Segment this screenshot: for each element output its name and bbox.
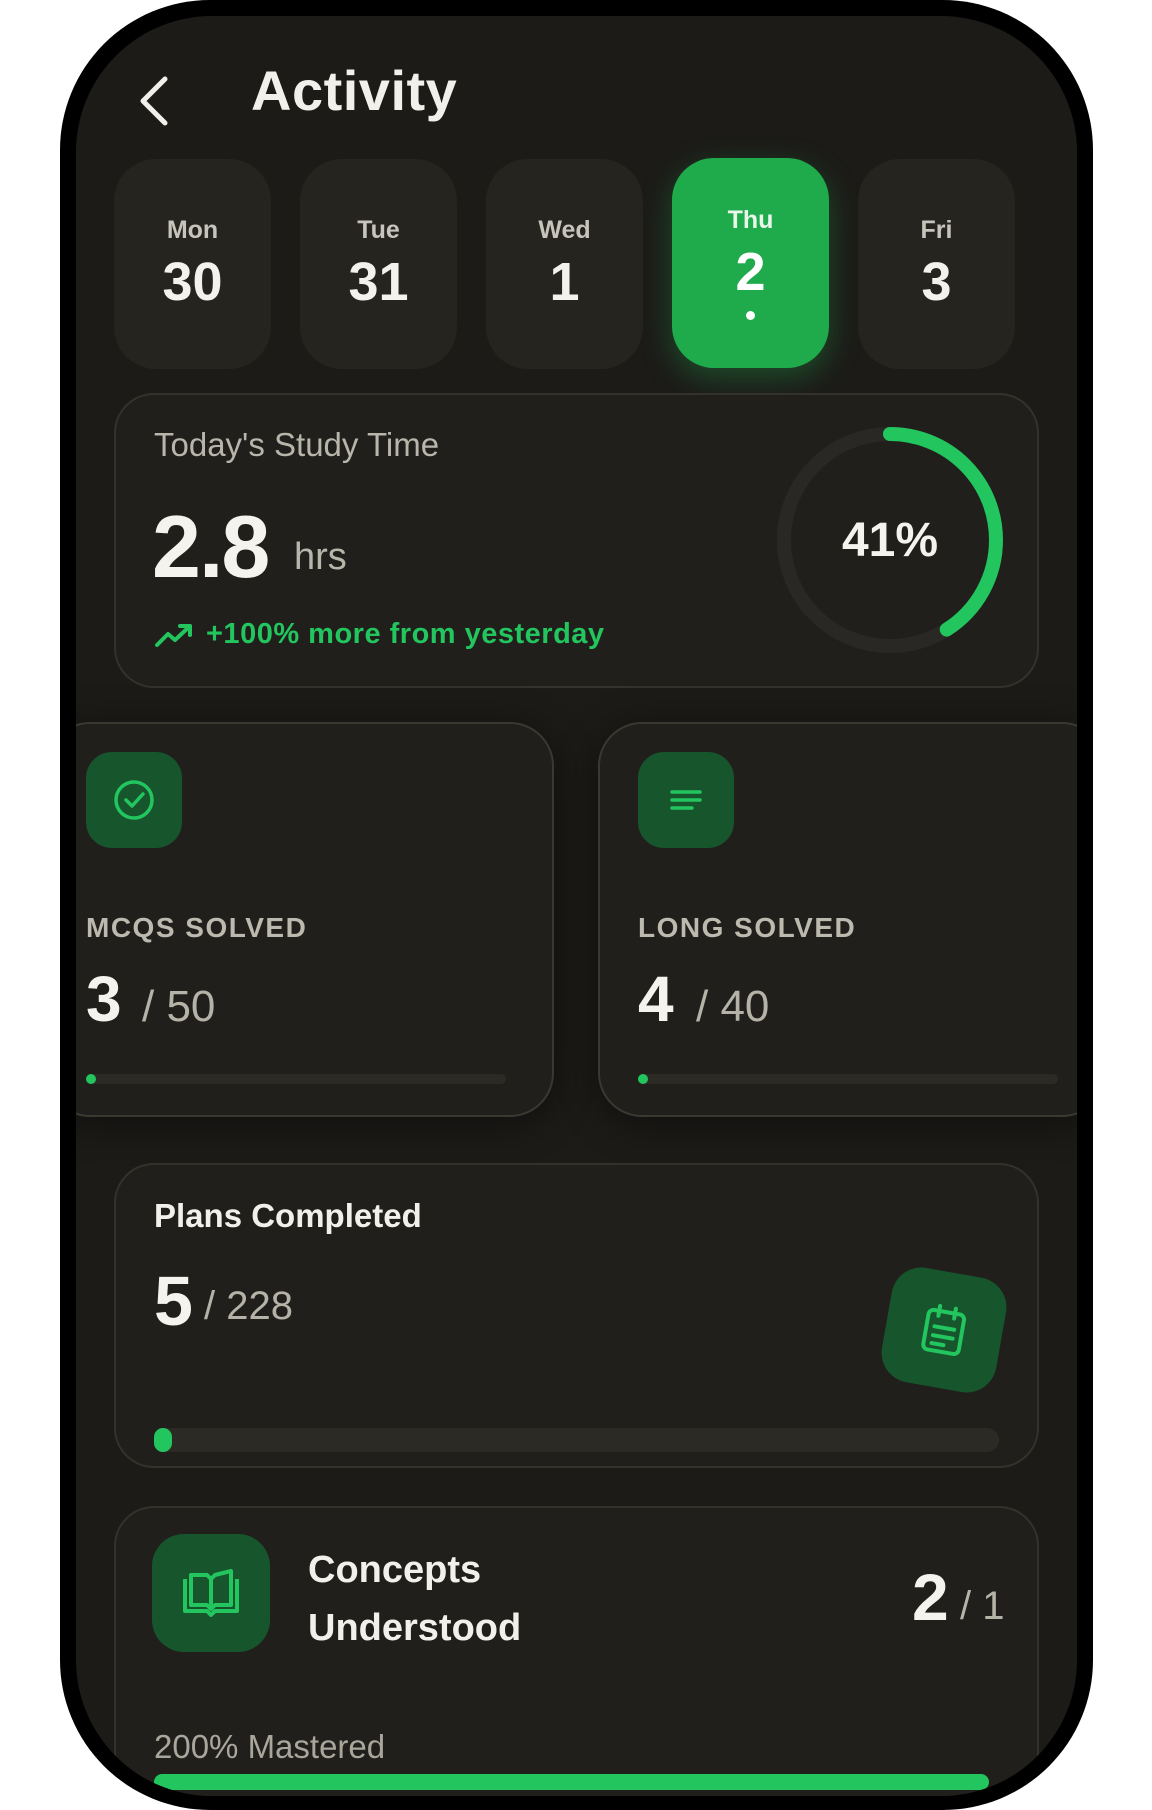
long-total: / 40: [696, 982, 770, 1031]
mcqs-total: / 50: [142, 982, 216, 1031]
day-name: Mon: [166, 215, 219, 244]
day-tue[interactable]: Tue 31: [300, 159, 457, 369]
open-book-icon: [183, 1569, 239, 1617]
day-number: 3: [921, 251, 952, 312]
plans-progress-fill: [154, 1428, 172, 1452]
day-name: Wed: [538, 215, 591, 244]
day-number: 30: [162, 251, 223, 312]
mcqs-value: 3: [86, 963, 122, 1035]
plans-progress-track: [154, 1428, 999, 1452]
concepts-progress-fill: [154, 1774, 989, 1790]
long-icon-box: [638, 752, 734, 848]
mcqs-card[interactable]: MCQS SOLVED 3 / 50: [76, 722, 554, 1117]
long-progress-fill: [638, 1074, 648, 1084]
concepts-title: Concepts Understood: [308, 1541, 521, 1657]
calendar-notes-icon: [921, 1303, 967, 1356]
plans-icon-box: [876, 1262, 1012, 1398]
back-button[interactable]: [124, 66, 184, 136]
lines-icon: [670, 790, 702, 810]
day-number: 2: [735, 242, 766, 302]
day-mon[interactable]: Mon 30: [114, 159, 271, 369]
study-percent-label: 41%: [841, 513, 939, 567]
plans-label: Plans Completed: [154, 1197, 422, 1234]
day-name: Tue: [357, 215, 400, 244]
mcqs-label: MCQS SOLVED: [86, 912, 308, 943]
study-trend-text: +100% more from yesterday: [206, 618, 605, 650]
concepts-title-line1: Concepts: [308, 1549, 482, 1591]
concepts-value: 2: [912, 1560, 949, 1634]
active-day-dot: [746, 311, 755, 320]
day-number: 31: [348, 251, 409, 312]
concepts-icon-box: [152, 1534, 270, 1652]
study-time-unit: hrs: [294, 536, 347, 578]
long-progress-track: [638, 1074, 1058, 1084]
chevron-left-icon: [140, 76, 168, 126]
trending-up-icon: [155, 624, 192, 647]
app-screen: Activity Mon 30 Tue 31 Wed 1 Thu 2 Fri 3…: [76, 16, 1077, 1796]
day-number: 1: [549, 251, 580, 312]
long-card[interactable]: LONG SOLVED 4 / 40: [598, 722, 1077, 1117]
plans-value: 5: [154, 1262, 193, 1340]
concepts-title-line2: Understood: [308, 1607, 522, 1649]
page-title: Activity: [251, 59, 458, 122]
day-fri[interactable]: Fri 3: [858, 159, 1015, 369]
day-wed[interactable]: Wed 1: [486, 159, 643, 369]
study-time-label: Today's Study Time: [154, 426, 440, 463]
plans-total: / 228: [204, 1284, 293, 1328]
long-label: LONG SOLVED: [638, 912, 857, 943]
mcqs-icon-box: [86, 752, 182, 848]
study-time-value: 2.8: [152, 497, 270, 596]
check-circle-icon: [114, 780, 154, 820]
concepts-mastered-label: 200% Mastered: [154, 1728, 386, 1765]
concepts-total: / 1: [960, 1584, 1005, 1628]
day-name: Thu: [727, 206, 774, 234]
long-value: 4: [638, 963, 674, 1035]
mcqs-progress-fill: [86, 1074, 96, 1084]
mcqs-progress-track: [86, 1074, 506, 1084]
day-name: Fri: [920, 215, 953, 244]
day-thu[interactable]: Thu 2: [672, 158, 829, 368]
